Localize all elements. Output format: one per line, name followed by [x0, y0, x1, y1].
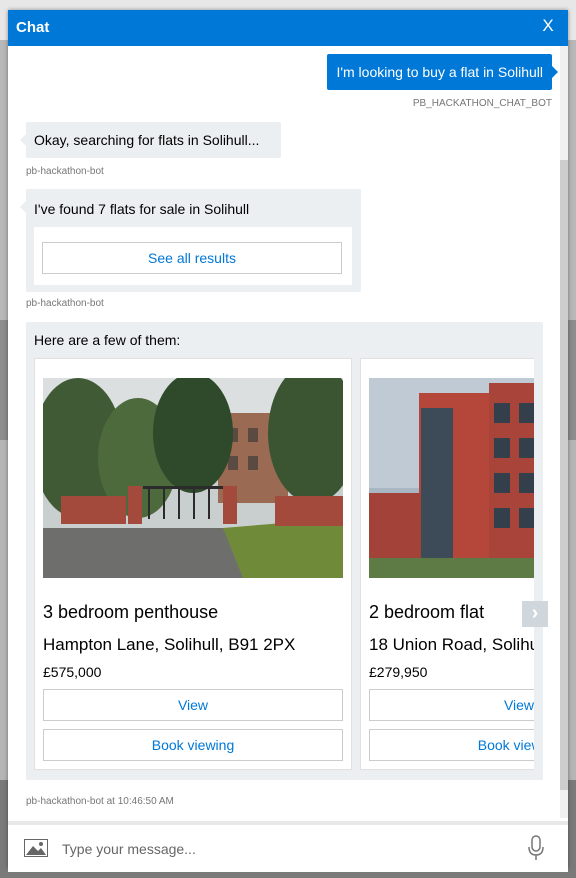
see-all-results-button[interactable]: See all results: [42, 242, 342, 274]
image-icon[interactable]: [24, 839, 48, 857]
book-viewing-button[interactable]: Book viewing: [369, 729, 534, 761]
bot-message-text: Okay, searching for flats in Solihull...: [34, 132, 260, 148]
message-sender: pb-hackathon-bot: [26, 298, 104, 309]
scrollbar-thumb[interactable]: [560, 160, 568, 790]
property-title: 2 bedroom flat: [369, 602, 485, 622]
user-message: I'm looking to buy a flat in Solihull: [327, 54, 558, 90]
view-button[interactable]: View: [369, 689, 534, 721]
property-image[interactable]: [369, 378, 534, 578]
bot-message: I've found 7 flats for sale in Solihull …: [20, 189, 361, 292]
message-sender: PB_HACKATHON_CHAT_BOT: [412, 98, 552, 109]
chevron-right-icon[interactable]: ›: [522, 601, 548, 627]
chat-header: Chat X: [8, 10, 568, 46]
bot-message-text: Here are a few of them:: [34, 332, 181, 348]
chat-window: Chat X I'm looking to buy a flat in Soli…: [8, 10, 568, 872]
message-sender: pb-hackathon-bot: [26, 166, 104, 177]
message-timestamp: pb-hackathon-bot at 10:46:50 AM: [26, 796, 174, 807]
bot-message: Here are a few of them: 3 bedroom pentho…: [26, 322, 543, 780]
property-card: 2 bedroom flat 18 Union Road, Solihull £…: [360, 358, 534, 770]
bot-message-text: I've found 7 flats for sale in Solihull: [34, 201, 250, 217]
view-button[interactable]: View: [43, 689, 343, 721]
results-card: See all results: [34, 227, 352, 285]
property-address: 18 Union Road, Solihull: [369, 635, 534, 654]
chat-title: Chat: [16, 19, 50, 36]
message-history[interactable]: I'm looking to buy a flat in Solihull PB…: [8, 46, 568, 818]
property-price: £575,000: [43, 664, 102, 680]
property-price: £279,950: [369, 664, 428, 680]
property-image[interactable]: [43, 378, 343, 578]
microphone-icon[interactable]: [528, 835, 544, 861]
bot-message: Okay, searching for flats in Solihull...: [20, 122, 281, 158]
property-title: 3 bedroom penthouse: [43, 602, 219, 622]
close-button[interactable]: X: [538, 16, 558, 36]
property-carousel[interactable]: 3 bedroom penthouse Hampton Lane, Solihu…: [34, 358, 534, 772]
property-card: 3 bedroom penthouse Hampton Lane, Solihu…: [34, 358, 352, 770]
message-input-bar: [8, 821, 568, 872]
book-viewing-button[interactable]: Book viewing: [43, 729, 343, 761]
message-input[interactable]: [60, 833, 504, 865]
property-address: Hampton Lane, Solihull, B91 2PX: [43, 635, 296, 654]
